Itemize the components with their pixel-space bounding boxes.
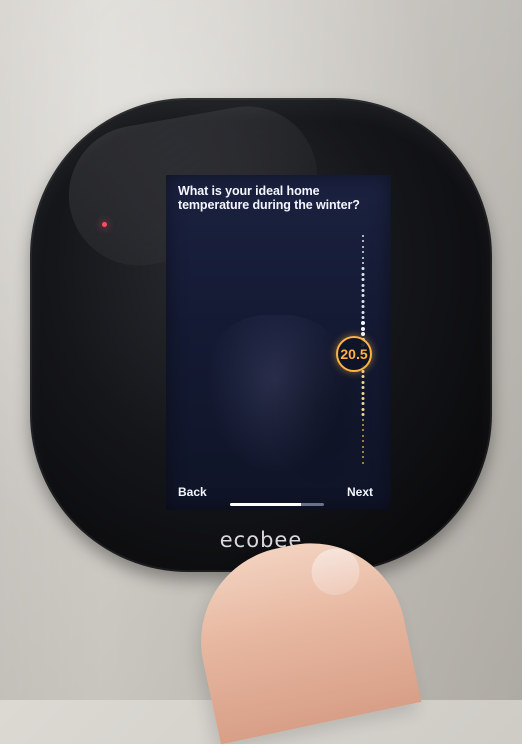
next-button[interactable]: Next xyxy=(347,485,373,499)
temperature-step-dot[interactable] xyxy=(361,386,365,390)
temperature-step-dot[interactable] xyxy=(362,456,364,459)
temperature-step-dot[interactable] xyxy=(361,391,365,395)
progress-fill xyxy=(230,503,302,506)
temperature-step-dot[interactable] xyxy=(361,289,365,292)
temperature-step-dot[interactable] xyxy=(362,445,364,448)
temperature-step-dot[interactable] xyxy=(361,299,365,303)
sensor-indicator-icon xyxy=(102,222,107,227)
temperature-step-dot[interactable] xyxy=(362,461,364,464)
temperature-step-dot[interactable] xyxy=(362,251,364,254)
temperature-step-dot[interactable] xyxy=(361,332,365,337)
temperature-step-dot[interactable] xyxy=(362,451,364,453)
temperature-step-dot[interactable] xyxy=(361,397,365,400)
temperature-step-dot[interactable] xyxy=(361,402,365,406)
temperature-question: What is your ideal home temperature duri… xyxy=(178,184,360,212)
temperature-step-dot[interactable] xyxy=(361,321,365,326)
temperature-step-dot[interactable] xyxy=(361,326,365,331)
temperature-step-dot[interactable] xyxy=(361,283,365,287)
temperature-step-dot[interactable] xyxy=(361,316,365,319)
temperature-step-dot[interactable] xyxy=(362,424,364,426)
temperature-step-dot[interactable] xyxy=(361,267,365,271)
thermostat-screen[interactable]: What is your ideal home temperature duri… xyxy=(166,175,391,510)
temperature-step-dot[interactable] xyxy=(361,375,365,379)
temperature-step-dot[interactable] xyxy=(362,429,364,432)
temperature-step-dot[interactable] xyxy=(361,278,365,282)
temperature-step-dot[interactable] xyxy=(362,434,364,437)
temperature-step-dot[interactable] xyxy=(362,262,364,264)
temperature-step-dot[interactable] xyxy=(362,418,364,421)
temperature-step-dot[interactable] xyxy=(362,256,364,259)
temperature-step-dot[interactable] xyxy=(362,235,364,237)
temperature-step-dot[interactable] xyxy=(361,413,365,417)
temperature-step-dot[interactable] xyxy=(362,245,364,248)
temperature-step-dot[interactable] xyxy=(361,305,365,309)
progress-track xyxy=(230,503,324,506)
temperature-step-dot[interactable] xyxy=(361,370,365,373)
temperature-step-dot[interactable] xyxy=(361,294,365,298)
temperature-step-dot[interactable] xyxy=(361,310,365,314)
temperature-step-dot[interactable] xyxy=(361,380,365,384)
brand-logo: ecobee xyxy=(219,528,303,552)
temperature-step-dot[interactable] xyxy=(361,272,365,276)
temperature-step-dot[interactable] xyxy=(361,407,365,411)
temperature-step-dot[interactable] xyxy=(362,240,364,243)
temperature-step-dot[interactable] xyxy=(362,440,364,443)
back-button[interactable]: Back xyxy=(178,485,207,499)
temperature-value: 20.5 xyxy=(340,346,368,362)
temperature-badge[interactable]: 20.5 xyxy=(336,336,372,372)
